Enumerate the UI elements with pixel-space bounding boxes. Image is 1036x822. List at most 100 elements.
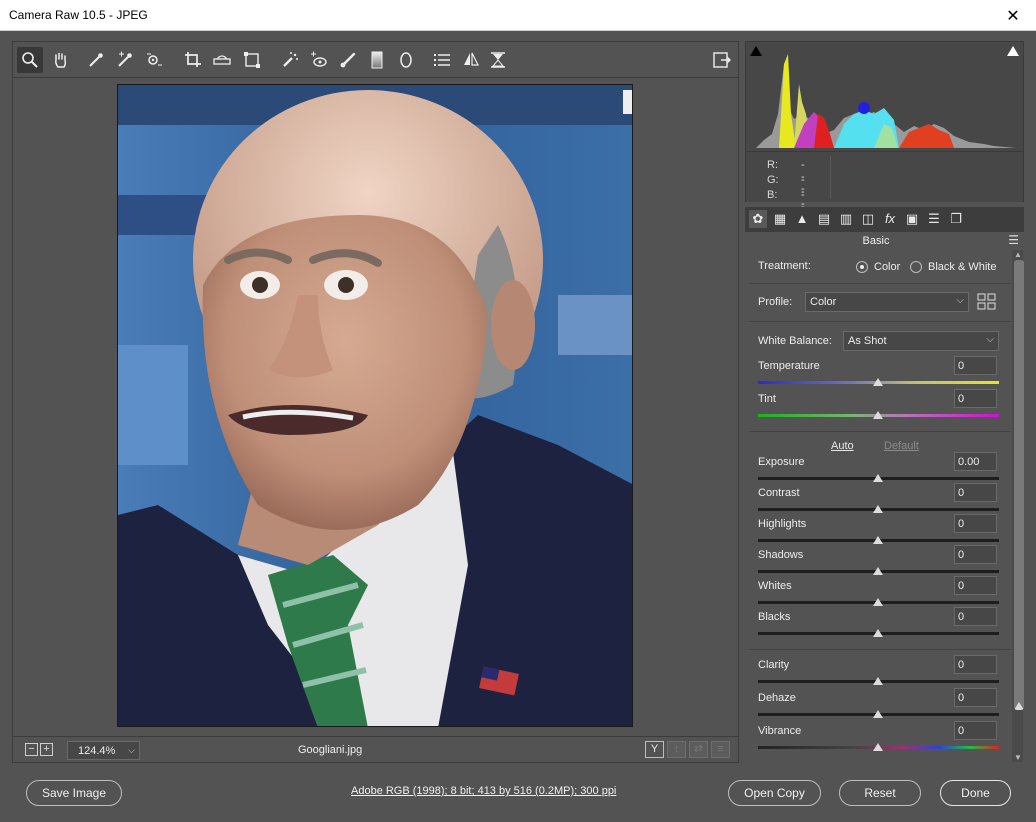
graduated-filter-icon[interactable] (364, 47, 390, 73)
dehaze-value-field[interactable]: 0 (954, 688, 997, 707)
scroll-up-icon[interactable]: ▲ (1014, 250, 1022, 259)
b-readout: B:--- (767, 189, 805, 225)
hourglass-icon[interactable] (485, 47, 511, 73)
exposure-slider-thumb[interactable] (873, 474, 883, 482)
before-after-toggle-button[interactable]: Y (645, 741, 664, 758)
chevron-down-icon: ⌵ (128, 745, 135, 755)
rgb-readout: R:--- G:--- B:--- (745, 152, 1024, 225)
tone-curve-tab-icon[interactable]: ▦ (771, 210, 789, 228)
hand-icon[interactable] (47, 47, 73, 73)
straighten-icon[interactable] (209, 47, 235, 73)
crop-icon[interactable] (180, 47, 206, 73)
effects-tab-icon[interactable]: fx (881, 210, 899, 228)
basic-tab-icon[interactable]: ✿ (749, 210, 767, 228)
done-button[interactable]: Done (940, 780, 1011, 806)
blacks-label: Blacks (758, 611, 791, 623)
auto-link[interactable]: Auto (831, 440, 854, 452)
clarity-slider-thumb[interactable] (873, 677, 883, 685)
blacks-value-field[interactable]: 0 (954, 607, 997, 626)
whites-slider-thumb[interactable] (873, 598, 883, 606)
workflow-options-link[interactable]: Adobe RGB (1998); 8 bit; 413 by 516 (0.2… (351, 785, 616, 797)
temperature-value-field[interactable]: 0 (954, 356, 997, 375)
split-toning-tab-icon[interactable]: ▥ (837, 210, 855, 228)
red-eye-icon[interactable] (306, 47, 332, 73)
toggle-settings-button[interactable]: ≡ (711, 741, 730, 758)
spot-removal-icon[interactable] (277, 47, 303, 73)
contrast-value-field[interactable]: 0 (954, 483, 997, 502)
treatment-bw-label: Black & White (928, 261, 997, 273)
title-bar: Camera Raw 10.5 - JPEG ✕ (0, 0, 1036, 31)
vibrance-slider-thumb[interactable] (873, 743, 883, 751)
tint-label: Tint (758, 393, 776, 405)
panel-header: Basic ☰ (745, 232, 1024, 250)
presets-tab-icon[interactable]: ☰ (925, 210, 943, 228)
zoom-out-button[interactable]: − (25, 743, 38, 756)
detail-tab-icon[interactable]: ▲ (793, 210, 811, 228)
profile-label: Profile: (758, 296, 793, 308)
temperature-slider-thumb[interactable] (873, 378, 883, 386)
zoom-in-button[interactable]: + (40, 743, 53, 756)
swap-settings-button[interactable]: ↕ (667, 741, 686, 758)
divider (830, 156, 831, 198)
preview-image[interactable] (117, 84, 633, 727)
hsl-tab-icon[interactable]: ▤ (815, 210, 833, 228)
blacks-slider-thumb[interactable] (873, 629, 883, 637)
tool-bar (12, 41, 739, 78)
reset-button[interactable]: Reset (839, 780, 921, 806)
contrast-slider-thumb[interactable] (873, 505, 883, 513)
transform-icon[interactable] (239, 47, 265, 73)
snapshots-tab-icon[interactable]: ❐ (947, 210, 965, 228)
lens-corrections-tab-icon[interactable]: ◫ (859, 210, 877, 228)
radial-filter-icon[interactable] (393, 47, 419, 73)
highlights-slider-thumb[interactable] (873, 536, 883, 544)
list-icon[interactable] (429, 47, 455, 73)
shadows-label: Shadows (758, 549, 804, 561)
profile-value: Color (810, 296, 837, 308)
panel-scrollbar[interactable]: ▲ ▼ (1012, 250, 1024, 762)
eyedropper-icon[interactable] (83, 47, 109, 73)
magnifier-icon[interactable] (17, 47, 43, 73)
treatment-bw-radio[interactable] (910, 261, 922, 273)
shadows-value-field[interactable]: 0 (954, 545, 997, 564)
profile-select[interactable]: Color ⌵ (805, 292, 969, 312)
scroll-down-icon[interactable]: ▼ (1014, 753, 1022, 762)
scroll-thumb[interactable] (1014, 260, 1024, 710)
panel-tabs: ✿ ▦ ▲ ▤ ▥ ◫ fx ▣ ☰ ❐ (745, 207, 1024, 232)
view-buttons: Y ↕ ⇄ ≡ (645, 741, 730, 758)
whites-value-field[interactable]: 0 (954, 576, 997, 595)
camera-calibration-tab-icon[interactable]: ▣ (903, 210, 921, 228)
target-adjust-icon[interactable] (141, 47, 167, 73)
exposure-value-field[interactable]: 0.00 (954, 452, 997, 471)
histogram (745, 41, 1024, 152)
vibrance-value-field[interactable]: 0 (954, 721, 997, 740)
flip-icon[interactable] (458, 47, 484, 73)
zoom-value: 124.4% (78, 745, 116, 757)
treatment-color-radio[interactable] (856, 261, 868, 273)
tint-value-field[interactable]: 0 (954, 389, 997, 408)
divider (749, 649, 1011, 650)
clarity-value-field[interactable]: 0 (954, 655, 997, 674)
copy-settings-button[interactable]: ⇄ (689, 741, 708, 758)
shadows-slider-thumb[interactable] (873, 567, 883, 575)
basic-panel: Treatment: Color Black & White Profile: … (749, 250, 1011, 762)
r-readout: R: --- (767, 159, 805, 195)
profile-browser-icon[interactable] (977, 293, 996, 310)
dehaze-slider-thumb[interactable] (873, 710, 883, 718)
tint-slider-thumb[interactable] (873, 411, 883, 419)
divider (749, 431, 1011, 432)
brush-icon[interactable] (335, 47, 361, 73)
highlights-value-field[interactable]: 0 (954, 514, 997, 533)
save-image-button[interactable]: Save Image (26, 780, 122, 806)
exposure-label: Exposure (758, 456, 805, 468)
panel-menu-icon[interactable]: ☰ (1008, 233, 1019, 247)
default-link[interactable]: Default (884, 440, 919, 452)
color-sampler-icon[interactable] (112, 47, 138, 73)
open-export-icon[interactable] (709, 47, 735, 73)
white-balance-select[interactable]: As Shot ⌵ (843, 331, 999, 351)
panel-title: Basic (862, 235, 890, 247)
close-icon[interactable]: ✕ (990, 0, 1036, 31)
temperature-label: Temperature (758, 360, 820, 372)
open-copy-button[interactable]: Open Copy (728, 780, 821, 806)
divider (749, 283, 1011, 284)
zoom-select[interactable]: 124.4% ⌵ (67, 741, 140, 760)
